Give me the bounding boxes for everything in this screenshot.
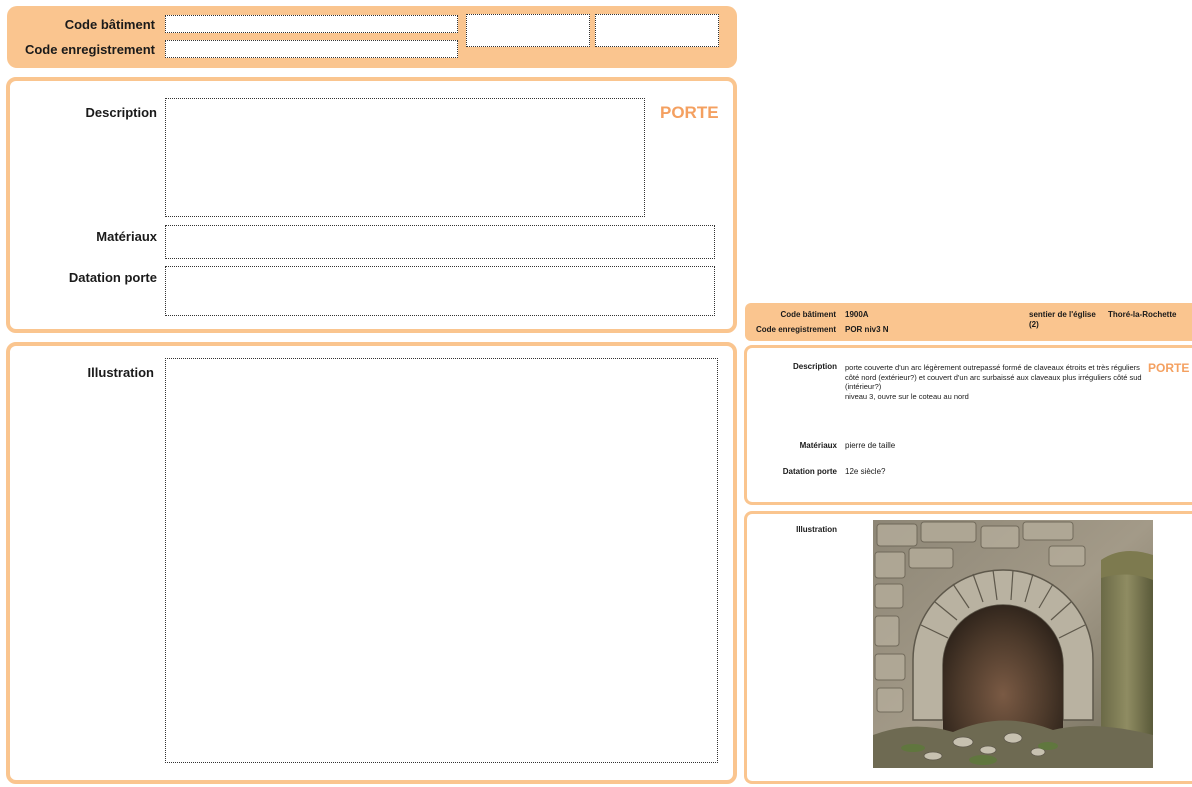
preview-datation-value: 12e siècle? [845, 467, 886, 476]
code-enregistrement-label: Code enregistrement [24, 42, 155, 57]
form-illustration-panel: Illustration [6, 342, 737, 784]
code-batiment-field[interactable] [165, 15, 458, 33]
extra-field-1[interactable] [466, 14, 590, 47]
preview-description-label: Description [792, 362, 837, 371]
preview-code-enregistrement-label: Code enregistrement [755, 325, 836, 334]
materiaux-label: Matériaux [96, 229, 157, 244]
extra-field-2[interactable] [595, 14, 719, 47]
stone-arch-photo [873, 520, 1153, 768]
preview-illustration-label: Illustration [796, 525, 837, 534]
code-enregistrement-field[interactable] [165, 40, 458, 58]
form-header-panel: Code bâtiment Code enregistrement [7, 6, 737, 68]
materiaux-field[interactable] [165, 225, 715, 259]
type-title: PORTE [660, 103, 719, 122]
preview-datation-label: Datation porte [782, 467, 837, 476]
illustration-label: Illustration [87, 365, 154, 380]
preview-materiaux-value: pierre de taille [845, 441, 896, 450]
datation-field[interactable] [165, 266, 715, 316]
preview-details-panel: Description porte couverte d'un arc légè… [744, 345, 1192, 505]
preview-illustration-panel: Illustration [744, 511, 1192, 784]
description-field[interactable] [165, 98, 645, 217]
form-details-panel: Description PORTE Matériaux Datation por… [6, 77, 737, 333]
preview-code-batiment-value: 1900A [845, 310, 869, 319]
preview-header-panel: Code bâtiment Code enregistrement 1900A … [745, 303, 1192, 341]
preview-lieu-value: sentier de l'église (2) [1029, 310, 1096, 329]
preview-commune-value: Thoré-la-Rochette [1108, 310, 1177, 319]
preview-code-enregistrement-value: POR niv3 N [845, 325, 889, 334]
datation-label: Datation porte [68, 270, 157, 285]
preview-code-batiment-label: Code bâtiment [780, 310, 836, 319]
description-label: Description [85, 105, 157, 120]
preview-description-value: porte couverte d'un arc légèrement outre… [845, 363, 1142, 401]
illustration-field[interactable] [165, 358, 718, 763]
preview-materiaux-label: Matériaux [799, 441, 837, 450]
code-batiment-label: Code bâtiment [64, 17, 155, 32]
preview-type-title: PORTE [1148, 361, 1190, 375]
